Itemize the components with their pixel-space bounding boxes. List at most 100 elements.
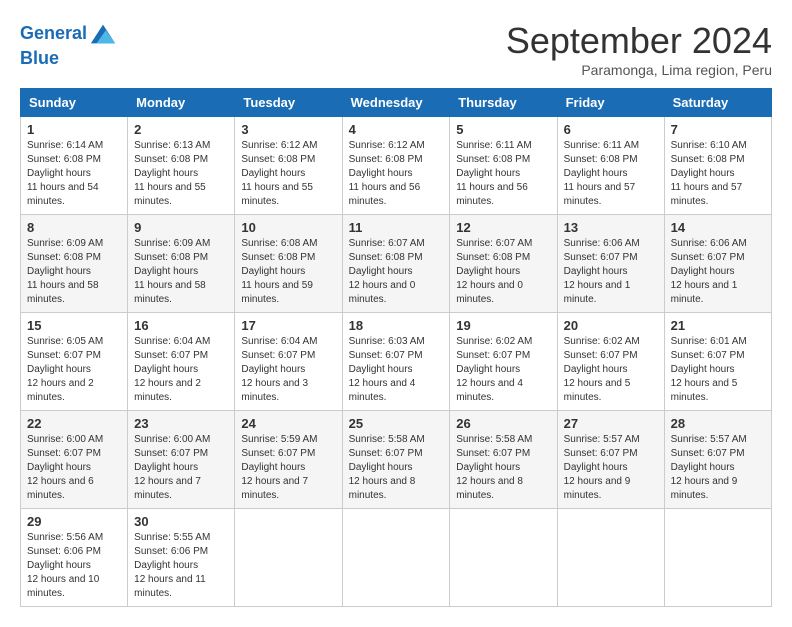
table-row: 13 Sunrise: 6:06 AMSunset: 6:07 PMDaylig… [557,215,664,313]
header-friday: Friday [557,89,664,117]
calendar-week-4: 22 Sunrise: 6:00 AMSunset: 6:07 PMDaylig… [21,411,772,509]
table-row: 24 Sunrise: 5:59 AMSunset: 6:07 PMDaylig… [235,411,342,509]
table-row: 27 Sunrise: 5:57 AMSunset: 6:07 PMDaylig… [557,411,664,509]
day-info: Sunrise: 6:12 AMSunset: 6:08 PMDaylight … [349,139,444,209]
day-info: Sunrise: 6:07 AMSunset: 6:08 PMDaylight … [349,237,444,307]
calendar-week-3: 15 Sunrise: 6:05 AMSunset: 6:07 PMDaylig… [21,313,772,411]
day-info: Sunrise: 6:10 AMSunset: 6:08 PMDaylight … [671,139,765,209]
day-number: 28 [671,416,765,431]
day-number: 3 [241,122,335,137]
day-number: 1 [27,122,121,137]
day-number: 22 [27,416,121,431]
table-row: 25 Sunrise: 5:58 AMSunset: 6:07 PMDaylig… [342,411,450,509]
table-row: 9 Sunrise: 6:09 AMSunset: 6:08 PMDayligh… [128,215,235,313]
day-info: Sunrise: 6:00 AMSunset: 6:07 PMDaylight … [27,433,121,503]
day-info: Sunrise: 6:02 AMSunset: 6:07 PMDaylight … [456,335,550,405]
day-number: 10 [241,220,335,235]
title-block: September 2024 Paramonga, Lima region, P… [506,20,772,78]
day-number: 29 [27,514,121,529]
day-number: 7 [671,122,765,137]
table-row: 28 Sunrise: 5:57 AMSunset: 6:07 PMDaylig… [664,411,771,509]
day-info: Sunrise: 5:59 AMSunset: 6:07 PMDaylight … [241,433,335,503]
location-subtitle: Paramonga, Lima region, Peru [506,62,772,78]
table-row: 11 Sunrise: 6:07 AMSunset: 6:08 PMDaylig… [342,215,450,313]
day-info: Sunrise: 6:09 AMSunset: 6:08 PMDaylight … [27,237,121,307]
calendar-week-2: 8 Sunrise: 6:09 AMSunset: 6:08 PMDayligh… [21,215,772,313]
day-info: Sunrise: 6:07 AMSunset: 6:08 PMDaylight … [456,237,550,307]
table-row: 15 Sunrise: 6:05 AMSunset: 6:07 PMDaylig… [21,313,128,411]
header-saturday: Saturday [664,89,771,117]
day-number: 8 [27,220,121,235]
table-row: 29 Sunrise: 5:56 AMSunset: 6:06 PMDaylig… [21,509,128,607]
header-wednesday: Wednesday [342,89,450,117]
table-row [557,509,664,607]
day-number: 18 [349,318,444,333]
day-number: 5 [456,122,550,137]
day-number: 6 [564,122,658,137]
day-info: Sunrise: 6:06 AMSunset: 6:07 PMDaylight … [564,237,658,307]
day-number: 27 [564,416,658,431]
table-row: 20 Sunrise: 6:02 AMSunset: 6:07 PMDaylig… [557,313,664,411]
table-row: 6 Sunrise: 6:11 AMSunset: 6:08 PMDayligh… [557,117,664,215]
day-number: 26 [456,416,550,431]
table-row: 3 Sunrise: 6:12 AMSunset: 6:08 PMDayligh… [235,117,342,215]
day-number: 21 [671,318,765,333]
logo-icon [89,20,117,48]
calendar-header-row: Sunday Monday Tuesday Wednesday Thursday… [21,89,772,117]
day-info: Sunrise: 6:11 AMSunset: 6:08 PMDaylight … [456,139,550,209]
table-row: 16 Sunrise: 6:04 AMSunset: 6:07 PMDaylig… [128,313,235,411]
logo: General Blue [20,20,117,70]
month-title: September 2024 [506,20,772,62]
day-info: Sunrise: 6:08 AMSunset: 6:08 PMDaylight … [241,237,335,307]
header-sunday: Sunday [21,89,128,117]
day-info: Sunrise: 6:00 AMSunset: 6:07 PMDaylight … [134,433,228,503]
day-number: 4 [349,122,444,137]
table-row: 5 Sunrise: 6:11 AMSunset: 6:08 PMDayligh… [450,117,557,215]
table-row: 18 Sunrise: 6:03 AMSunset: 6:07 PMDaylig… [342,313,450,411]
day-info: Sunrise: 6:13 AMSunset: 6:08 PMDaylight … [134,139,228,209]
day-info: Sunrise: 5:57 AMSunset: 6:07 PMDaylight … [671,433,765,503]
table-row: 21 Sunrise: 6:01 AMSunset: 6:07 PMDaylig… [664,313,771,411]
table-row: 23 Sunrise: 6:00 AMSunset: 6:07 PMDaylig… [128,411,235,509]
day-number: 12 [456,220,550,235]
calendar-week-5: 29 Sunrise: 5:56 AMSunset: 6:06 PMDaylig… [21,509,772,607]
header-tuesday: Tuesday [235,89,342,117]
day-number: 17 [241,318,335,333]
table-row [450,509,557,607]
day-info: Sunrise: 5:58 AMSunset: 6:07 PMDaylight … [456,433,550,503]
table-row: 19 Sunrise: 6:02 AMSunset: 6:07 PMDaylig… [450,313,557,411]
day-number: 23 [134,416,228,431]
day-info: Sunrise: 6:14 AMSunset: 6:08 PMDaylight … [27,139,121,209]
table-row: 1 Sunrise: 6:14 AMSunset: 6:08 PMDayligh… [21,117,128,215]
table-row: 10 Sunrise: 6:08 AMSunset: 6:08 PMDaylig… [235,215,342,313]
table-row: 26 Sunrise: 5:58 AMSunset: 6:07 PMDaylig… [450,411,557,509]
page-header: General Blue September 2024 Paramonga, L… [20,20,772,78]
day-number: 11 [349,220,444,235]
table-row: 4 Sunrise: 6:12 AMSunset: 6:08 PMDayligh… [342,117,450,215]
header-thursday: Thursday [450,89,557,117]
logo-text: General [20,20,117,48]
day-info: Sunrise: 6:03 AMSunset: 6:07 PMDaylight … [349,335,444,405]
day-info: Sunrise: 6:01 AMSunset: 6:07 PMDaylight … [671,335,765,405]
day-number: 19 [456,318,550,333]
day-info: Sunrise: 5:55 AMSunset: 6:06 PMDaylight … [134,531,228,601]
day-number: 25 [349,416,444,431]
day-number: 24 [241,416,335,431]
day-info: Sunrise: 6:11 AMSunset: 6:08 PMDaylight … [564,139,658,209]
day-number: 2 [134,122,228,137]
day-number: 14 [671,220,765,235]
day-number: 30 [134,514,228,529]
day-number: 15 [27,318,121,333]
table-row [342,509,450,607]
day-info: Sunrise: 6:09 AMSunset: 6:08 PMDaylight … [134,237,228,307]
table-row: 8 Sunrise: 6:09 AMSunset: 6:08 PMDayligh… [21,215,128,313]
day-info: Sunrise: 6:02 AMSunset: 6:07 PMDaylight … [564,335,658,405]
calendar-table: Sunday Monday Tuesday Wednesday Thursday… [20,88,772,607]
table-row: 14 Sunrise: 6:06 AMSunset: 6:07 PMDaylig… [664,215,771,313]
table-row [235,509,342,607]
day-info: Sunrise: 6:05 AMSunset: 6:07 PMDaylight … [27,335,121,405]
table-row: 17 Sunrise: 6:04 AMSunset: 6:07 PMDaylig… [235,313,342,411]
day-info: Sunrise: 5:56 AMSunset: 6:06 PMDaylight … [27,531,121,601]
day-number: 16 [134,318,228,333]
day-number: 13 [564,220,658,235]
